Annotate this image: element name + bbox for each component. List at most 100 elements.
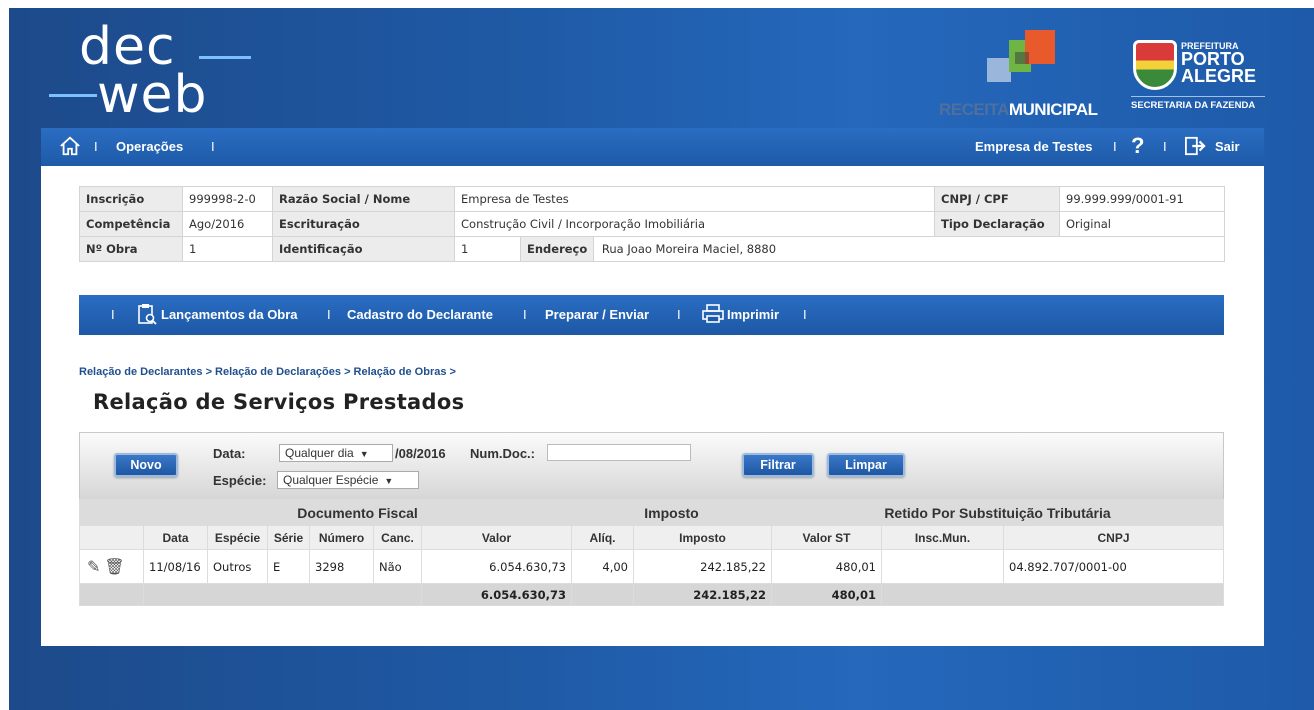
label-razao-social: Razão Social / Nome [272,186,455,212]
home-icon[interactable] [59,135,81,160]
cell-data: 11/08/16 [143,549,208,584]
label-inscricao: Inscrição [79,186,183,212]
novo-button[interactable]: Novo [114,453,178,477]
label-endereco: Endereço [521,237,595,261]
clipboard-search-icon[interactable] [137,303,157,328]
menu-preparar-enviar[interactable]: Preparar / Enviar [545,307,649,322]
decweb-logo[interactable]: dec web [49,20,259,124]
logout-link[interactable]: Sair [1215,139,1240,154]
table-row: ✎ 🗑 11/08/16 Outros E 3298 Não 6.054.630,… [79,549,1224,584]
nav-separator: I [1163,139,1167,154]
logo-square-blue [987,58,1011,82]
cell-especie: Outros [207,549,268,584]
nav-separator: I [523,307,527,322]
menu-cadastro-declarante[interactable]: Cadastro do Declarante [347,307,493,322]
cell-valor-st: 480,01 [771,549,882,584]
cell-serie: E [267,549,310,584]
table-group-header: Documento Fiscal Imposto Retido Por Subs… [79,499,1224,526]
page-title: Relação de Serviços Prestados [93,390,465,414]
table-total-row: 6.054.630,73 242.185,22 480,01 [79,583,1224,606]
value-endereco: Rua Joao Moreira Maciel, 8880 [601,242,777,256]
company-name-link[interactable]: Empresa de Testes [975,139,1093,154]
logout-icon[interactable] [1184,136,1206,159]
nav-separator: I [677,307,681,322]
value-razao-social: Empresa de Testes [454,186,935,212]
breadcrumb[interactable]: Relação de Declarantes > Relação de Decl… [79,366,456,378]
col-imposto: Imposto [633,525,772,550]
menu-imprimir[interactable]: Imprimir [727,307,779,322]
total-empty [143,583,422,606]
especie-select-value: Qualquer Espécie [283,473,379,487]
cell-numero: 3298 [309,549,374,584]
edit-icon[interactable]: ✎ [87,557,100,576]
especie-select[interactable]: Qualquer Espécie ▼ [277,471,419,489]
nav-separator: I [111,307,115,322]
obra-navigation: I Lançamentos da Obra I Cadastro do Decl… [79,295,1224,335]
especie-label: Espécie: [213,473,267,488]
total-valor: 6.054.630,73 [421,583,572,606]
total-empty [881,583,1224,606]
data-select[interactable]: Qualquer dia ▼ [279,444,393,462]
label-competencia: Competência [79,211,183,237]
cell-canc: Não [373,549,422,584]
cell-imposto: 242.185,22 [633,549,772,584]
total-empty [79,583,144,606]
value-tipo-declaracao: Original [1059,211,1225,237]
printer-icon[interactable] [701,304,725,327]
filter-bar: Novo Data: Qualquer dia ▼ /08/2016 Num.Do… [79,432,1224,500]
menu-operacoes[interactable]: Operações [116,139,183,154]
group-imposto: Imposto [571,499,772,526]
prefeitura-logo: PREFEITURA PORTO ALEGRE SECRETARIA DA FA… [1129,36,1269,120]
nav-separator: I [94,139,98,154]
logo-text-web: web [97,65,208,125]
data-month-year: /08/2016 [395,446,446,461]
logo-square-overlap [1015,52,1029,64]
main-panel: Inscrição 999998-2-0 Razão Social / Nome… [41,166,1264,646]
logo-dash-left [49,94,97,97]
label-cnpj: CNPJ / CPF [934,186,1060,212]
col-serie: Série [267,525,310,550]
cell-valor: 6.054.630,73 [421,549,572,584]
col-especie: Espécie [207,525,268,550]
actions-col-header [79,525,144,550]
actions-header [79,499,144,526]
caret-down-icon: ▼ [384,476,394,486]
label-tipo-declaracao: Tipo Declaração [934,211,1060,237]
declaration-info-table: Inscrição 999998-2-0 Razão Social / Nome… [79,186,1225,262]
label-identificacao: Identificação [272,236,455,262]
limpar-button[interactable]: Limpar [827,453,905,477]
numdoc-label: Num.Doc.: [470,446,535,461]
menu-lancamentos-obra[interactable]: Lançamentos da Obra [161,307,298,322]
caret-down-icon: ▼ [359,449,369,459]
cell-insc-mun [881,549,1004,584]
coat-of-arms-icon [1133,40,1177,90]
label-numero-obra: Nº Obra [79,236,183,262]
cell-cnpj: 04.892.707/0001-00 [1003,549,1224,584]
value-inscricao: 999998-2-0 [182,186,273,212]
info-row: Inscrição 999998-2-0 Razão Social / Nome… [79,186,1225,212]
value-identificacao: 1 [454,236,521,262]
receita-text-part1: RECEITA [939,100,1009,119]
col-cnpj: CNPJ [1003,525,1224,550]
receita-municipal-logo: RECEITAMUNICIPAL [939,30,1114,120]
help-icon[interactable]: ? [1131,133,1144,159]
numdoc-input[interactable] [547,444,691,461]
data-label: Data: [213,446,246,461]
col-numero: Número [309,525,374,550]
col-canc: Canc. [373,525,422,550]
filtrar-button[interactable]: Filtrar [742,453,814,477]
logo-text-dec: dec [79,17,176,77]
row-actions: ✎ 🗑 [79,549,144,584]
trash-icon[interactable]: 🗑 [104,557,124,576]
info-row: Nº Obra 1 Identificação 1 Endereço Rua J… [79,236,1225,262]
prefeitura-alegre: ALEGRE [1181,66,1257,86]
data-select-value: Qualquer dia [285,446,354,460]
col-data: Data [143,525,208,550]
col-valor: Valor [421,525,572,550]
total-imposto: 242.185,22 [633,583,772,606]
prefeitura-name: PREFEITURA PORTO ALEGRE [1181,42,1257,86]
value-competencia: Ago/2016 [182,211,273,237]
cell-aliq: 4,00 [571,549,634,584]
value-cnpj: 99.999.999/0001-91 [1059,186,1225,212]
logo-dash-right [199,56,251,59]
